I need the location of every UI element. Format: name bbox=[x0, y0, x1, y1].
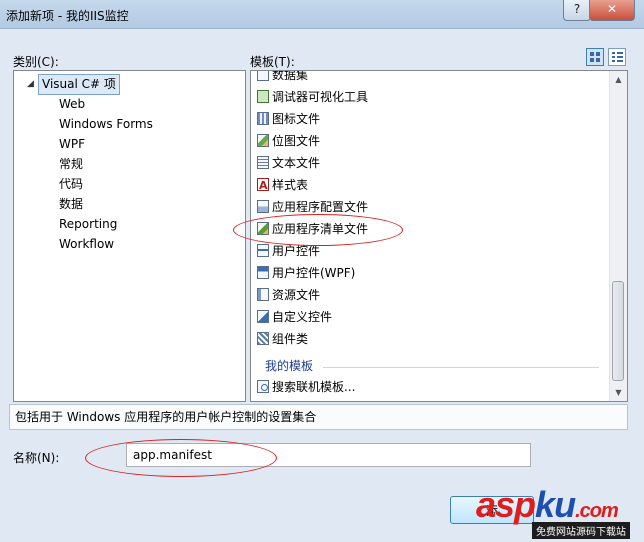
template-item-icon-file[interactable]: 图标文件 bbox=[257, 109, 320, 129]
template-label: 资源文件 bbox=[272, 288, 321, 302]
template-item-custom-control[interactable]: 自定义控件 bbox=[257, 307, 332, 327]
watermark-subtitle: 免费网站源码下载站 bbox=[532, 522, 630, 539]
search-online-templates[interactable]: 搜索联机模板... bbox=[257, 377, 355, 397]
help-button[interactable]: ? bbox=[563, 0, 591, 21]
categories-label: 类别(C): bbox=[13, 55, 59, 69]
scroll-up-icon[interactable]: ▲ bbox=[610, 71, 627, 88]
tree-item-data[interactable]: 数据 bbox=[59, 194, 83, 214]
tree-item-workflow[interactable]: Workflow bbox=[59, 234, 114, 254]
template-label: 文本文件 bbox=[272, 156, 321, 170]
template-item-app-config[interactable]: 应用程序配置文件 bbox=[257, 197, 368, 217]
tree-collapse-icon[interactable]: ◢ bbox=[27, 79, 34, 89]
tree-item-wpf[interactable]: WPF bbox=[59, 134, 85, 154]
template-label: 调试器可视化工具 bbox=[272, 90, 369, 104]
watermark-brand: aspku.com bbox=[476, 484, 619, 525]
template-item-user-control-wpf[interactable]: 用户控件(WPF) bbox=[257, 263, 355, 283]
templates-list[interactable]: 数据集 调试器可视化工具 图标文件 位图文件 文本文件 样式表 应用程序配置文件… bbox=[250, 70, 628, 402]
template-label: 自定义控件 bbox=[272, 310, 333, 324]
user-control-icon bbox=[257, 244, 269, 257]
tree-item-visual-csharp[interactable]: Visual C# 项 bbox=[38, 74, 120, 95]
template-label: 应用程序清单文件 bbox=[272, 222, 369, 236]
cs-file-icon bbox=[257, 90, 269, 103]
template-label: 样式表 bbox=[272, 178, 309, 192]
small-icons-view-button[interactable] bbox=[608, 48, 626, 66]
templates-scrollbar[interactable]: ▲ ▼ bbox=[609, 71, 627, 401]
component-class-icon bbox=[257, 332, 269, 345]
title-bar: 添加新项 - 我的IIS监控 ? ✕ bbox=[0, 0, 644, 29]
help-icon: ? bbox=[573, 2, 581, 16]
close-icon: ✕ bbox=[606, 2, 618, 16]
template-item-bitmap-file[interactable]: 位图文件 bbox=[257, 131, 320, 151]
name-input[interactable] bbox=[126, 443, 531, 467]
template-item-resource-file[interactable]: 资源文件 bbox=[257, 285, 320, 305]
template-item-stylesheet[interactable]: 样式表 bbox=[257, 175, 309, 196]
category-tree[interactable]: ◢ Visual C# 项 Web Windows Forms WPF 常规 代… bbox=[13, 70, 246, 402]
tree-item-general[interactable]: 常规 bbox=[59, 154, 83, 174]
scroll-down-icon[interactable]: ▼ bbox=[610, 384, 627, 401]
resource-file-icon bbox=[257, 288, 269, 301]
wpf-control-icon bbox=[257, 266, 269, 279]
scrollbar-thumb[interactable] bbox=[612, 281, 624, 381]
template-item-debugger-visualizer[interactable]: 调试器可视化工具 bbox=[257, 87, 368, 107]
tree-item-windows-forms[interactable]: Windows Forms bbox=[59, 114, 153, 134]
custom-control-icon bbox=[257, 310, 269, 323]
tree-item-reporting[interactable]: Reporting bbox=[59, 214, 117, 234]
template-label: 搜索联机模板... bbox=[272, 380, 356, 394]
template-label: 应用程序配置文件 bbox=[272, 200, 369, 214]
window-title: 添加新项 - 我的IIS监控 bbox=[6, 9, 129, 23]
manifest-file-icon bbox=[257, 222, 269, 235]
large-icons-view-button[interactable] bbox=[586, 48, 604, 66]
text-file-icon bbox=[257, 156, 269, 169]
template-label: 用户控件(WPF) bbox=[272, 266, 356, 280]
close-button[interactable]: ✕ bbox=[589, 0, 635, 21]
templates-label: 模板(T): bbox=[250, 55, 295, 69]
template-description: 包括用于 Windows 应用程序的用户帐户控制的设置集合 bbox=[9, 404, 628, 430]
search-online-icon bbox=[257, 380, 269, 393]
name-label: 名称(N): bbox=[13, 451, 60, 465]
template-label: 用户控件 bbox=[272, 244, 321, 258]
template-item-user-control[interactable]: 用户控件 bbox=[257, 241, 320, 261]
template-item-component-class[interactable]: 组件类 bbox=[257, 329, 308, 349]
tree-item-web[interactable]: Web bbox=[59, 94, 85, 114]
template-label: 数据集 bbox=[272, 70, 309, 82]
template-label: 组件类 bbox=[272, 332, 309, 346]
template-item-dataset[interactable]: 数据集 bbox=[257, 70, 309, 85]
dataset-icon bbox=[257, 71, 269, 81]
my-templates-heading: 我的模板 bbox=[265, 359, 314, 373]
template-item-app-manifest[interactable]: 应用程序清单文件 bbox=[257, 219, 368, 239]
template-item-text-file[interactable]: 文本文件 bbox=[257, 153, 320, 173]
bitmap-icon bbox=[257, 134, 269, 147]
section-divider bbox=[323, 367, 599, 368]
watermark-logo: aspku.com 免费网站源码下载站 bbox=[470, 484, 644, 542]
template-label: 图标文件 bbox=[272, 112, 321, 126]
config-file-icon bbox=[257, 200, 269, 213]
icon-file-icon bbox=[257, 112, 269, 125]
stylesheet-icon bbox=[257, 176, 269, 196]
template-label: 位图文件 bbox=[272, 134, 321, 148]
tree-item-code[interactable]: 代码 bbox=[59, 174, 83, 194]
